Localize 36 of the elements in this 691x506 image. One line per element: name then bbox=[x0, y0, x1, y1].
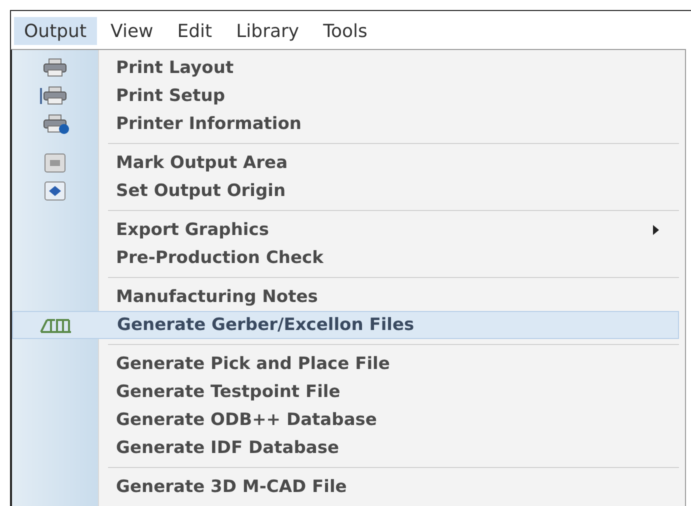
menu-item[interactable]: Generate 3D M-CAD File bbox=[12, 473, 679, 501]
menu-item[interactable]: Generate ODB++ Database bbox=[12, 406, 679, 434]
circuit-icon bbox=[39, 316, 73, 334]
menu-title[interactable]: Output bbox=[14, 17, 97, 45]
menu-item[interactable]: Generate IDF Database bbox=[12, 434, 679, 462]
menu-item-label: Generate Testpoint File bbox=[116, 382, 340, 402]
menu-item[interactable]: Pre-Production Check bbox=[12, 244, 679, 272]
menu-item-label: Generate Gerber/Excellon Files bbox=[117, 315, 414, 335]
origin-icon bbox=[44, 181, 66, 201]
menu-title[interactable]: Edit bbox=[167, 17, 222, 45]
menu-title[interactable]: Tools bbox=[313, 17, 378, 45]
menu-item[interactable]: Generate Gerber/Excellon Files bbox=[12, 311, 679, 339]
menu-item[interactable]: Mark Output Area bbox=[12, 149, 679, 177]
menu-item-label: Generate Pick and Place File bbox=[116, 354, 390, 374]
menu-item[interactable]: Manufacturing Notes bbox=[12, 283, 679, 311]
document-icon bbox=[44, 153, 66, 173]
menu-item-label: Printer Information bbox=[116, 114, 302, 134]
menu-title[interactable]: Library bbox=[226, 17, 310, 45]
menu-item[interactable]: Generate Pick and Place File bbox=[12, 350, 679, 378]
menu-item[interactable]: Print Setup bbox=[12, 82, 679, 110]
menu-item[interactable]: Print Layout bbox=[12, 54, 679, 82]
menu-item[interactable]: Printer Information bbox=[12, 110, 679, 138]
menu-item-label: Mark Output Area bbox=[116, 153, 288, 173]
menu-item-label: Export Graphics bbox=[116, 220, 269, 240]
menu-item-label: Generate ODB++ Database bbox=[116, 410, 377, 430]
menu-item[interactable]: Generate Testpoint File bbox=[12, 378, 679, 406]
menu-item-label: Print Setup bbox=[116, 86, 225, 106]
menu-item-label: Manufacturing Notes bbox=[116, 287, 318, 307]
menu-item-label: Pre-Production Check bbox=[116, 248, 324, 268]
menu-item[interactable]: Export Graphics bbox=[12, 216, 679, 244]
menu-item-label: Print Layout bbox=[116, 58, 234, 78]
menu-item[interactable]: Set Output Origin bbox=[12, 177, 679, 205]
menu-item-label: Generate 3D M-CAD File bbox=[116, 477, 347, 497]
menu-title[interactable]: View bbox=[100, 17, 164, 45]
menu-item-label: Generate IDF Database bbox=[116, 438, 339, 458]
menu-item-label: Set Output Origin bbox=[116, 181, 286, 201]
